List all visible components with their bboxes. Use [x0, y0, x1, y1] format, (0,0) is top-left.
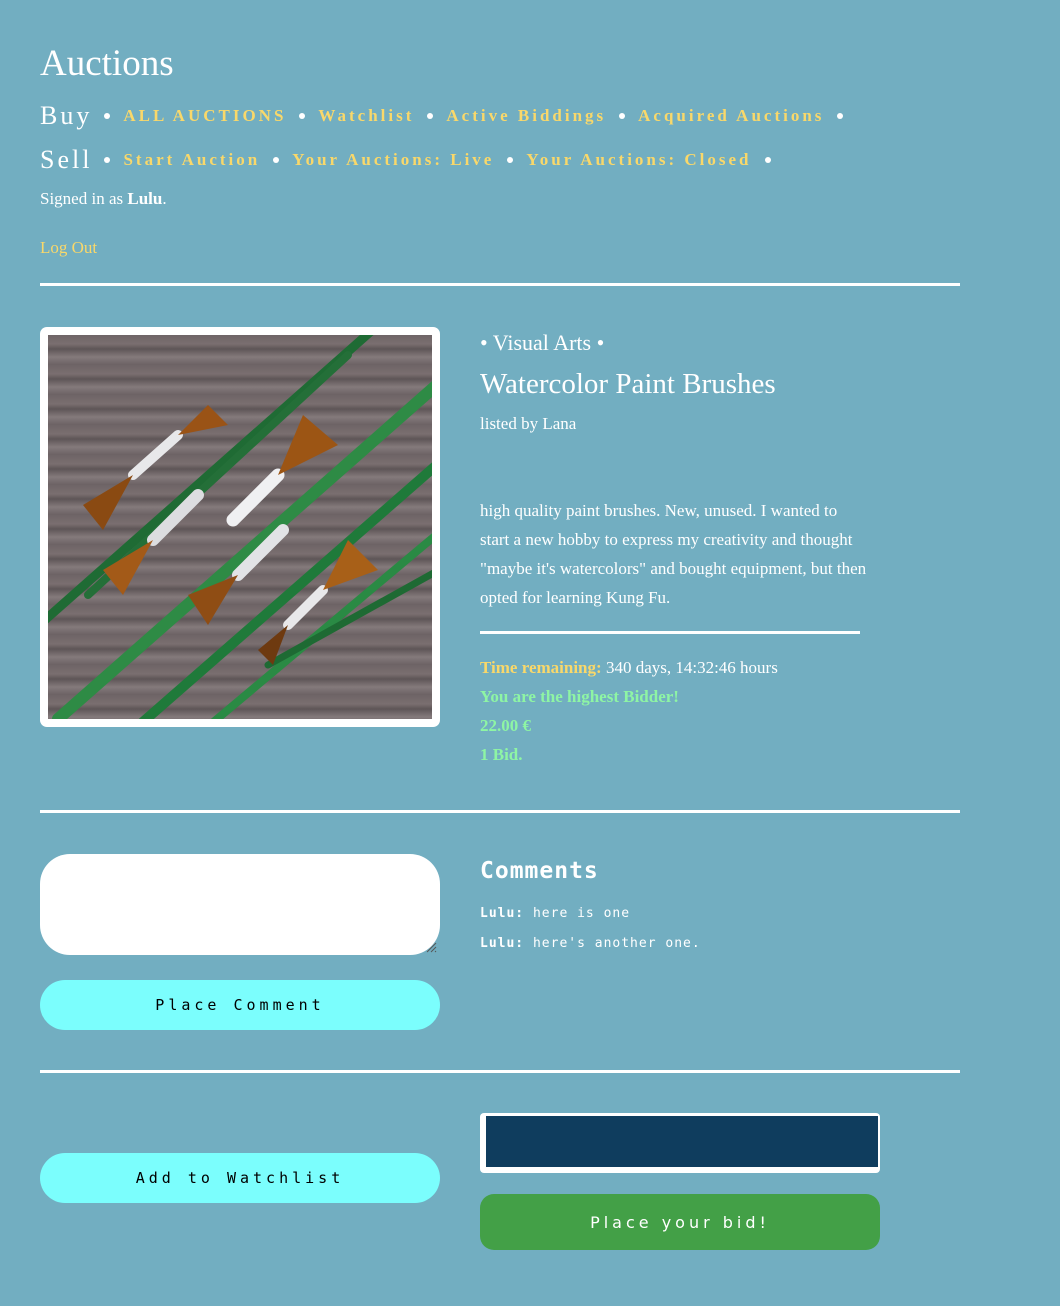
- place-bid-button[interactable]: Place your bid!: [480, 1194, 880, 1250]
- nav-separator: [619, 113, 626, 119]
- nav-start-auction[interactable]: Start Auction: [123, 150, 260, 170]
- signed-in-status: Signed in as Lulu.: [40, 189, 167, 209]
- nav-separator: [837, 113, 844, 119]
- bid-input-wrapper: [480, 1113, 880, 1173]
- section-divider: [40, 283, 960, 286]
- comment-author: Lulu:: [480, 906, 525, 921]
- section-divider: [40, 1070, 960, 1073]
- buy-heading: Buy: [40, 101, 93, 130]
- item-seller: listed by Lana: [480, 414, 577, 433]
- description-divider: [480, 631, 860, 634]
- bid-count: 1 Bid.: [480, 745, 523, 764]
- item-photo: [48, 335, 432, 719]
- time-remaining-value: 340 days, 14:32:46 hours: [605, 658, 778, 677]
- nav-separator: [507, 157, 514, 163]
- current-price: 22.00 €: [480, 716, 531, 735]
- sell-heading: Sell: [40, 145, 93, 174]
- username: Lulu: [127, 189, 163, 208]
- comment-text: here is one: [532, 906, 631, 921]
- time-remaining-label: Time remaining:: [480, 658, 602, 677]
- add-to-watchlist-button[interactable]: Add to Watchlist: [40, 1153, 440, 1203]
- signed-in-suffix: .: [162, 189, 167, 208]
- nav-acquired-auctions[interactable]: Acquired Auctions: [638, 106, 824, 126]
- comment-input[interactable]: [40, 854, 440, 955]
- nav-all-auctions[interactable]: ALL AUCTIONS: [123, 106, 286, 126]
- item-category: • Visual Arts •: [480, 330, 605, 355]
- comment-item: Lulu: here's another one.: [480, 936, 701, 951]
- item-description: high quality paint brushes. New, unused.…: [480, 501, 867, 607]
- comments-heading: Comments: [480, 858, 599, 884]
- nav-your-auctions-closed[interactable]: Your Auctions: Closed: [526, 150, 751, 170]
- nav-watchlist[interactable]: Watchlist: [318, 106, 414, 126]
- section-divider: [40, 810, 960, 813]
- time-remaining: Time remaining: 340 days, 14:32:46 hours: [480, 658, 778, 678]
- item-photo-frame: [40, 327, 440, 727]
- buy-nav: Buy ALL AUCTIONS Watchlist Active Biddin…: [40, 101, 856, 131]
- site-title: Auctions: [40, 43, 174, 84]
- nav-separator: [104, 113, 111, 119]
- nav-separator: [299, 113, 306, 119]
- auction-detail-page: Auctions Buy ALL AUCTIONS Watchlist Acti…: [0, 0, 1060, 1306]
- resize-grip-icon[interactable]: [425, 941, 437, 953]
- nav-separator: [427, 113, 434, 119]
- bid-amount-input[interactable]: [486, 1116, 878, 1167]
- signed-in-prefix: Signed in as: [40, 189, 124, 208]
- nav-separator: [273, 157, 280, 163]
- nav-active-biddings[interactable]: Active Biddings: [446, 106, 606, 126]
- highest-bidder-status: You are the highest Bidder!: [480, 687, 679, 706]
- nav-separator: [764, 157, 771, 163]
- paint-brushes-image: [48, 335, 432, 719]
- nav-separator: [104, 157, 111, 163]
- sell-nav: Sell Start Auction Your Auctions: Live Y…: [40, 145, 784, 175]
- item-title: Watercolor Paint Brushes: [480, 368, 776, 400]
- comment-author: Lulu:: [480, 936, 525, 951]
- nav-your-auctions-live[interactable]: Your Auctions: Live: [292, 150, 494, 170]
- logout-link[interactable]: Log Out: [40, 238, 97, 258]
- place-comment-button[interactable]: Place Comment: [40, 980, 440, 1030]
- comment-item: Lulu: here is one: [480, 906, 630, 921]
- comment-text: here's another one.: [532, 936, 701, 951]
